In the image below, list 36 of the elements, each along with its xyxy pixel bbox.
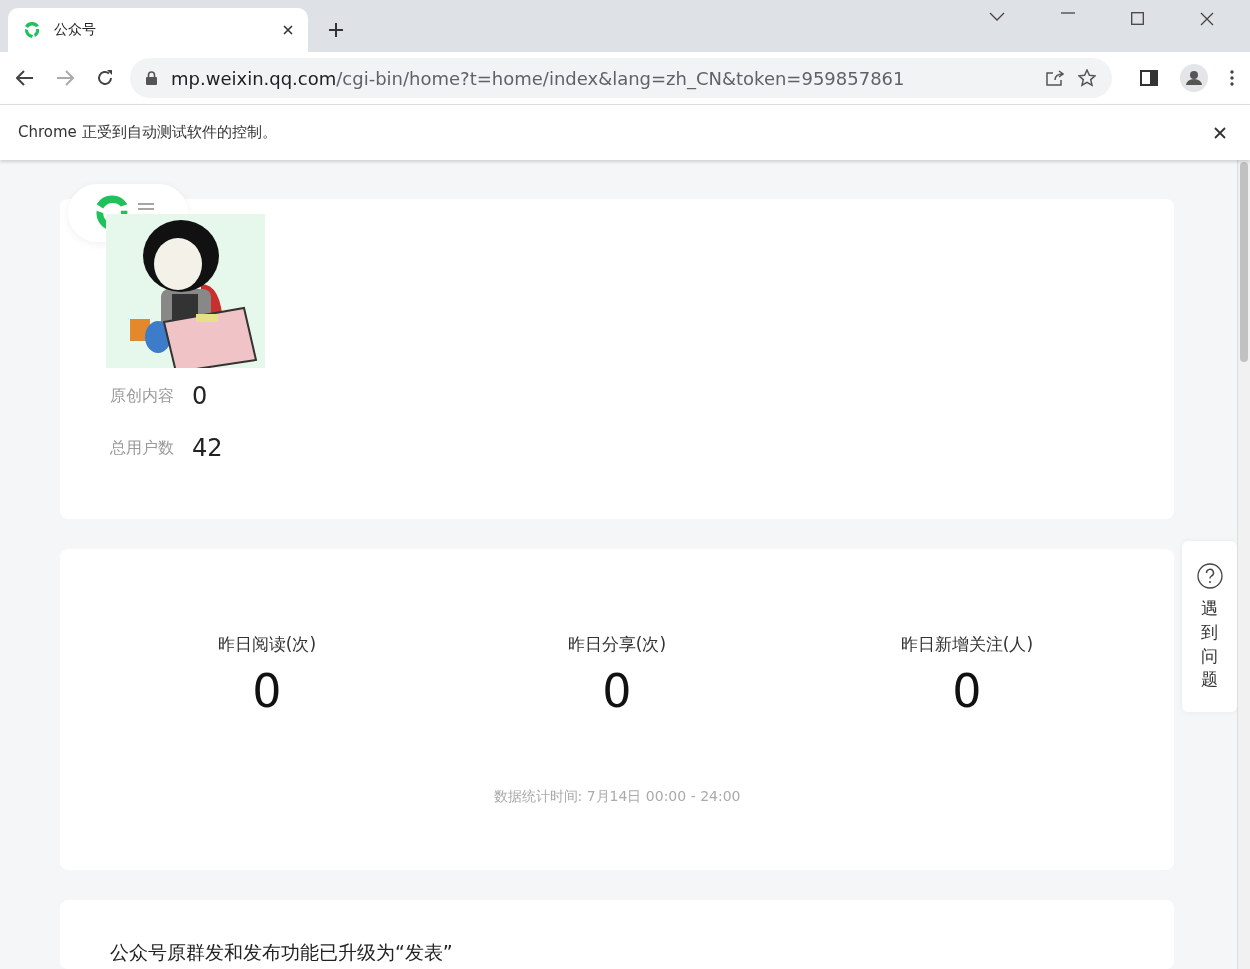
side-panel-icon[interactable] xyxy=(1140,70,1158,86)
stat-label: 总用户数 xyxy=(110,437,174,459)
menu-icon[interactable] xyxy=(1230,70,1234,86)
metric-value: 0 xyxy=(602,668,632,714)
help-button[interactable]: 遇到问题 xyxy=(1182,541,1237,712)
close-icon[interactable] xyxy=(282,24,294,36)
chevron-down-icon[interactable] xyxy=(989,12,1005,22)
browser-tab[interactable]: 公众号 xyxy=(8,8,308,52)
help-icon xyxy=(1196,563,1223,589)
metric-value: 0 xyxy=(952,668,982,714)
infobar-message: Chrome 正受到自动测试软件的控制。 xyxy=(18,123,277,142)
stat-value: 0 xyxy=(192,382,208,410)
address-bar[interactable]: mp.weixin.qq.com/cgi-bin/home?t=home/index&lang=zh_CN&token=959857861 xyxy=(130,58,1112,98)
new-tab-icon[interactable] xyxy=(328,22,344,38)
scrollbar-thumb[interactable] xyxy=(1240,162,1248,362)
profile-icon[interactable] xyxy=(1180,64,1208,92)
tab-title: 公众号 xyxy=(54,21,97,39)
back-icon[interactable] xyxy=(16,70,34,86)
metric-label: 昨日新增关注(人) xyxy=(900,633,1034,656)
logo-icon xyxy=(22,20,42,40)
stats-time-note: 数据统计时间: 7月14日 00:00 - 24:00 xyxy=(493,788,741,806)
notice-title: 公众号原群发和发布功能已升级为“发表” xyxy=(110,941,453,963)
scrollbar[interactable] xyxy=(1237,160,1250,969)
close-icon[interactable] xyxy=(1200,12,1214,26)
close-icon[interactable] xyxy=(1214,126,1226,139)
metric-value: 0 xyxy=(252,668,282,714)
lock-icon xyxy=(146,71,157,85)
maximize-icon[interactable] xyxy=(1131,12,1144,25)
stat-value: 42 xyxy=(192,434,223,462)
reload-icon[interactable] xyxy=(96,69,114,87)
share-icon[interactable] xyxy=(1046,70,1064,86)
metric-label: 昨日分享(次) xyxy=(567,633,667,656)
url-text: mp.weixin.qq.com/cgi-bin/home?t=home/index&lang=zh_CN&token=959857861 xyxy=(171,67,905,89)
metric-label: 昨日阅读(次) xyxy=(217,633,317,656)
star-icon[interactable] xyxy=(1078,69,1096,87)
stat-label: 原创内容 xyxy=(110,385,174,407)
